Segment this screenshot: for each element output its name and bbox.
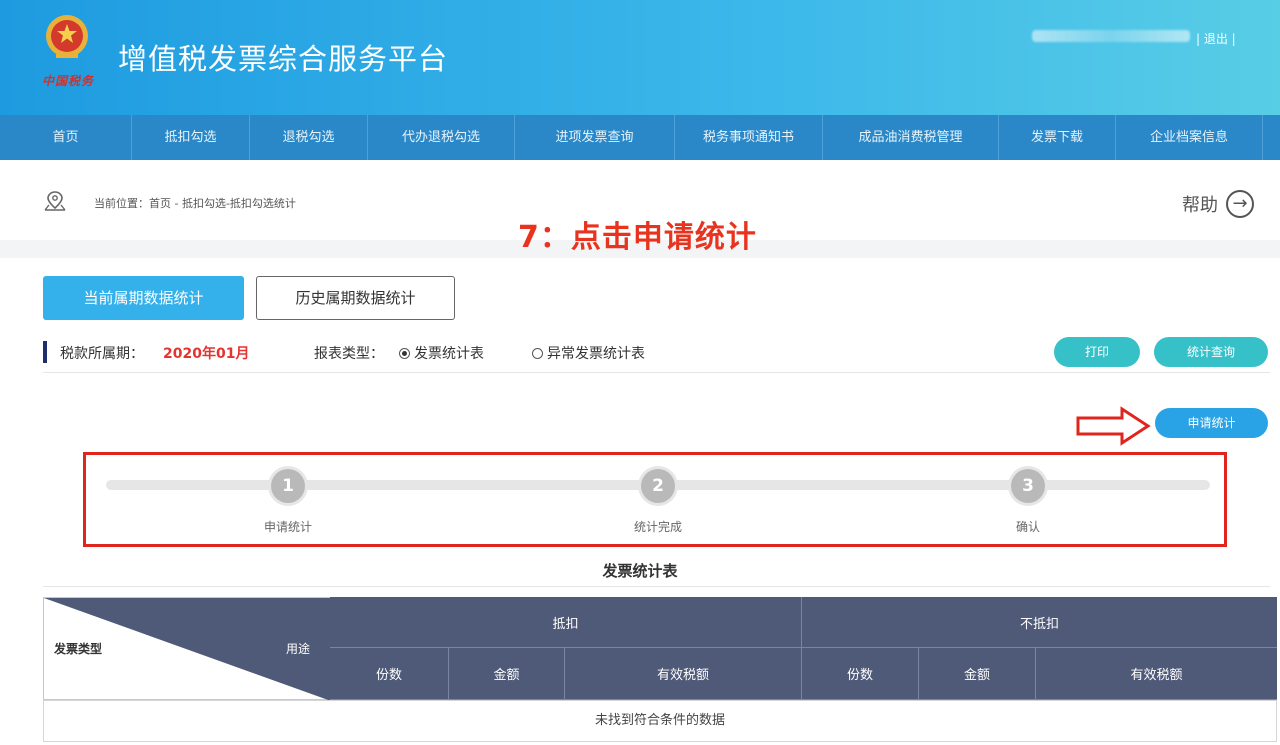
header-deduct-count: 份数 — [330, 648, 449, 700]
header-usage: 用途 — [286, 642, 311, 656]
step-3-label: 确认 — [1015, 520, 1040, 534]
radio-invoice-stat-label: 发票统计表 — [414, 346, 484, 362]
stat-query-button[interactable]: 统计查询 — [1154, 337, 1268, 367]
header-group-deduct: 抵扣 — [330, 597, 802, 648]
logo-text: 中国税务 — [42, 74, 95, 88]
logout-link[interactable]: | 退出 | — [1196, 30, 1236, 47]
help-label: 帮助 — [1182, 195, 1218, 216]
print-button[interactable]: 打印 — [1054, 337, 1140, 367]
step-1-label: 申请统计 — [263, 520, 312, 534]
pointer-arrow-icon — [1076, 406, 1151, 446]
help-button[interactable]: 帮助 → — [1182, 190, 1254, 218]
nav-item-oil-tax[interactable]: 成品油消费税管理 — [823, 115, 999, 160]
header-nondeduct-count: 份数 — [802, 648, 919, 700]
invoice-stat-table: 发票类型 用途 抵扣 不抵扣 份数 金额 有效税额 份数 金额 有效税额 — [43, 597, 1277, 701]
apply-stat-button[interactable]: 申请统计 — [1155, 408, 1268, 438]
tab-history-period[interactable]: 历史属期数据统计 — [256, 276, 455, 320]
nav-item-home[interactable]: 首页 — [0, 115, 132, 160]
radio-abnormal-stat[interactable]: 异常发票统计表 — [532, 343, 645, 363]
step-3-circle: 3 — [1011, 469, 1045, 503]
app-header: 中国税务 增值税发票综合服务平台 | 退出 | — [0, 0, 1280, 115]
table-corner-header: 发票类型 用途 — [43, 597, 331, 701]
period-value: 2020年01月 — [163, 346, 250, 362]
step-2-circle: 2 — [641, 469, 675, 503]
main-nav: 首页 抵扣勾选 退税勾选 代办退税勾选 进项发票查询 税务事项通知书 成品油消费… — [0, 115, 1280, 160]
app-title: 增值税发票综合服务平台 — [118, 42, 449, 76]
arrow-right-circle-icon: → — [1226, 190, 1254, 218]
section-marker — [43, 341, 47, 363]
instruction-annotation: 7：点击申请统计 — [518, 220, 757, 255]
nav-item-invoice-download[interactable]: 发票下载 — [999, 115, 1116, 160]
step-1-circle: 1 — [271, 469, 305, 503]
header-invoice-type: 发票类型 — [54, 642, 103, 656]
nav-item-refund-select[interactable]: 退税勾选 — [250, 115, 368, 160]
header-deduct-amount: 金额 — [449, 648, 565, 700]
nav-item-agent-refund[interactable]: 代办退税勾选 — [368, 115, 515, 160]
divider — [43, 586, 1270, 587]
national-emblem-icon — [46, 15, 88, 58]
report-type-label: 报表类型： — [314, 346, 384, 362]
nav-item-tax-notice[interactable]: 税务事项通知书 — [675, 115, 823, 160]
nav-item-company-profile[interactable]: 企业档案信息 — [1116, 115, 1263, 160]
nav-item-invoice-query[interactable]: 进项发票查询 — [515, 115, 675, 160]
radio-checked-icon — [399, 347, 410, 359]
header-nondeduct-amount: 金额 — [919, 648, 1036, 700]
nav-item-deduct-select[interactable]: 抵扣勾选 — [132, 115, 250, 160]
tab-current-period[interactable]: 当前属期数据统计 — [43, 276, 244, 320]
radio-abnormal-stat-label: 异常发票统计表 — [547, 346, 645, 362]
table-empty-message: 未找到符合条件的数据 — [43, 700, 1277, 742]
header-group-nondeduct: 不抵扣 — [802, 597, 1277, 648]
breadcrumb: 当前位置：首页 - 抵扣勾选-抵扣勾选统计 — [94, 197, 296, 210]
radio-unchecked-icon — [532, 347, 543, 359]
table-title: 发票统计表 — [602, 562, 678, 580]
divider — [43, 372, 1270, 373]
step-2-label: 统计完成 — [633, 520, 682, 534]
header-deduct-tax: 有效税额 — [565, 648, 802, 700]
period-label: 税款所属期： — [60, 346, 144, 362]
radio-invoice-stat[interactable]: 发票统计表 — [399, 343, 484, 363]
header-nondeduct-tax: 有效税额 — [1036, 648, 1277, 700]
user-name-redacted — [1032, 30, 1190, 42]
location-icon — [44, 191, 66, 211]
